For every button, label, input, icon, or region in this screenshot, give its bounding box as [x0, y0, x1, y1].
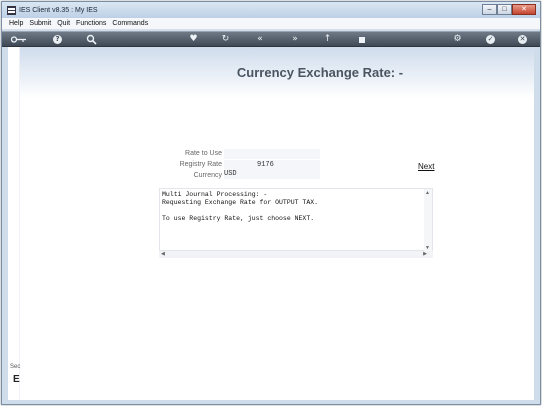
page-title: Currency Exchange Rate: -	[236, 65, 404, 80]
stop-icon[interactable]	[356, 34, 367, 45]
message-text: Multi Journal Processing: - Requesting E…	[162, 191, 319, 222]
side-label: Sec	[10, 364, 21, 370]
app-logo-icon	[7, 5, 16, 15]
registry-rate-label: Registry Rate	[179, 161, 222, 168]
side-strip: Sec E	[8, 47, 20, 400]
menu-submit[interactable]: Submit	[29, 20, 51, 27]
help-icon[interactable]: ?	[53, 34, 64, 45]
confirm-icon[interactable]: ✓	[486, 34, 497, 45]
rate-to-use-label: Rate to Use	[185, 150, 222, 157]
next-link[interactable]: Next	[418, 162, 434, 171]
scroll-up-icon[interactable]: ▲	[425, 190, 430, 196]
menu-quit[interactable]: Quit	[57, 20, 70, 27]
maximize-button[interactable]: □	[497, 4, 512, 15]
forward-icon[interactable]: »	[288, 34, 302, 45]
menu-bar: Help Submit Quit Functions Commands	[2, 18, 540, 30]
vertical-scrollbar[interactable]: ▲ ▼	[424, 189, 432, 252]
toolbar: ? ♥ ↻ « » ↑ ⚙ ✓ ✕	[2, 31, 540, 47]
side-letter: E	[13, 374, 20, 385]
rewind-icon[interactable]: «	[253, 34, 267, 45]
key-icon[interactable]	[10, 34, 27, 45]
upload-icon[interactable]: ↑	[322, 34, 333, 45]
settings-icon[interactable]: ⚙	[452, 34, 463, 45]
main-content: Currency Exchange Rate: - Sec E Rate to …	[8, 47, 534, 400]
menu-functions[interactable]: Functions	[76, 20, 106, 27]
search-icon[interactable]	[86, 34, 97, 45]
minimize-button[interactable]: –	[482, 4, 497, 15]
title-bar: IES Client v8.35 : My IES – □ ✕	[2, 2, 540, 18]
rate-to-use-input[interactable]	[224, 149, 320, 159]
refresh-icon[interactable]: ↻	[220, 34, 231, 45]
menu-commands[interactable]: Commands	[112, 20, 148, 27]
app-window: IES Client v8.35 : My IES – □ ✕ Help Sub…	[1, 1, 541, 405]
window-controls: – □ ✕	[482, 4, 536, 15]
scroll-right-icon[interactable]: ▶	[423, 251, 427, 257]
scroll-left-icon[interactable]: ◀	[161, 251, 165, 257]
menu-help[interactable]: Help	[9, 20, 23, 27]
currency-value: USD	[224, 169, 320, 179]
currency-label: Currency	[193, 172, 222, 179]
cancel-icon[interactable]: ✕	[518, 34, 529, 45]
horizontal-scrollbar[interactable]: ◀ ▶	[159, 251, 433, 258]
window-title: IES Client v8.35 : My IES	[19, 6, 98, 14]
close-button[interactable]: ✕	[512, 4, 536, 15]
message-box[interactable]: Multi Journal Processing: - Requesting E…	[159, 188, 433, 252]
heart-icon[interactable]: ♥	[188, 34, 199, 45]
